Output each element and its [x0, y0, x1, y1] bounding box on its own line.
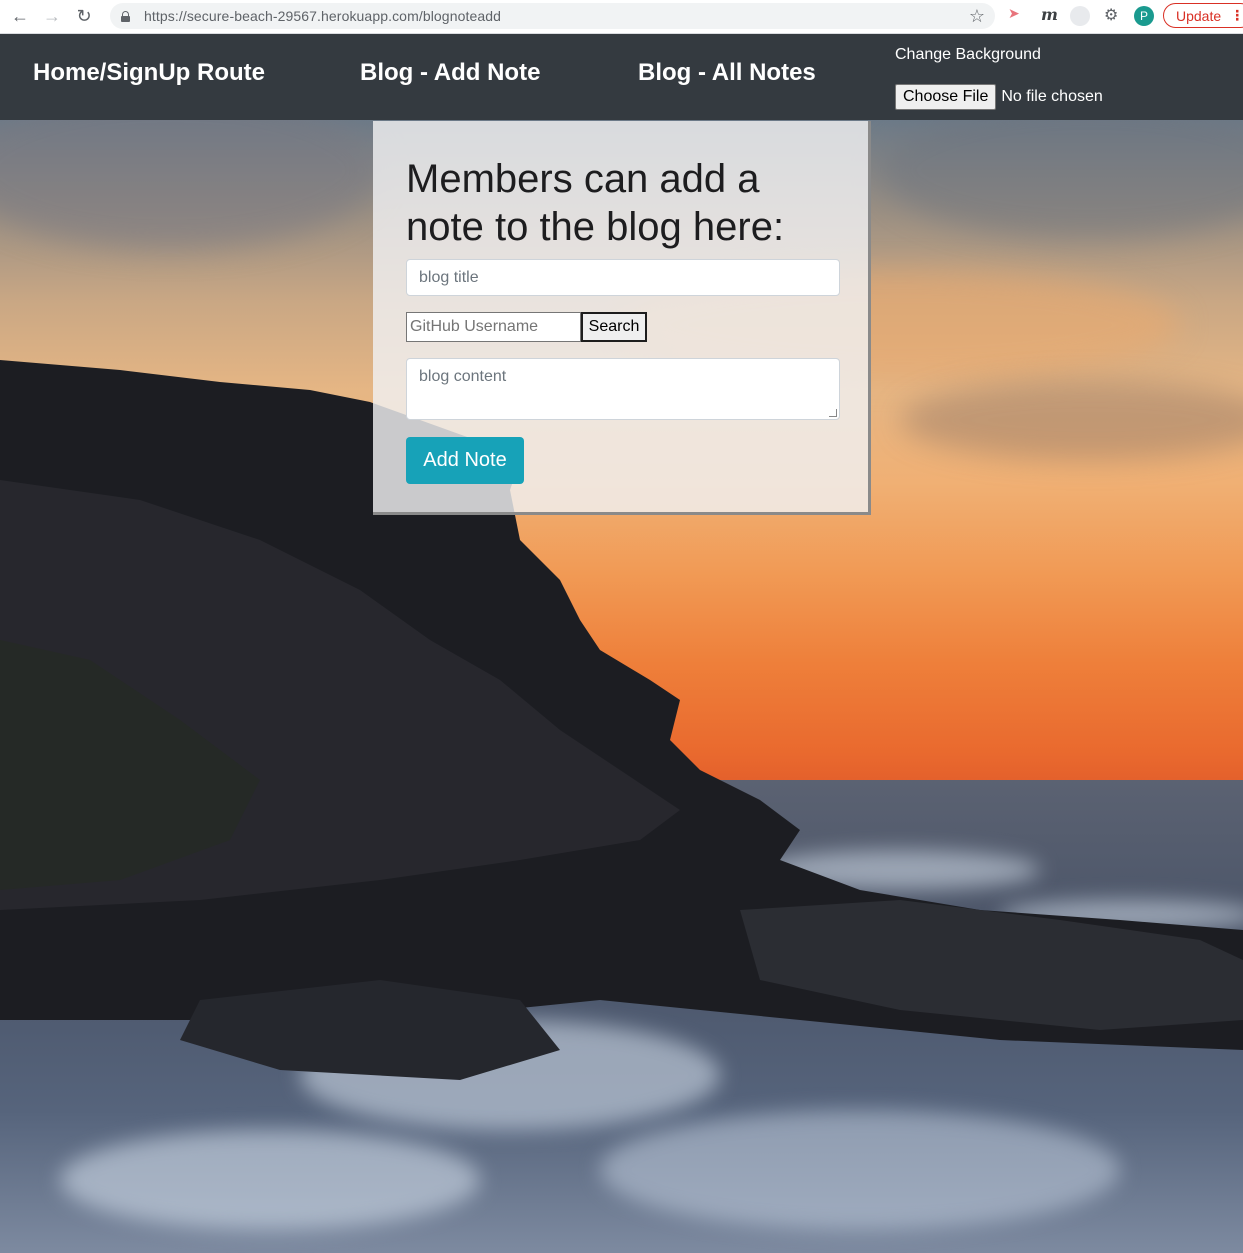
lock-icon[interactable] [121, 10, 130, 22]
url-text[interactable]: https://secure-beach-29567.herokuapp.com… [144, 8, 501, 24]
top-navbar: Home/SignUp Route Blog - Add Note Blog -… [0, 34, 1243, 120]
nav-link-add-note[interactable]: Blog - Add Note [360, 59, 540, 87]
file-status-text: No file chosen [1001, 88, 1103, 105]
change-background-label: Change Background [895, 46, 1041, 63]
add-note-card: Members can add a note to the blog here:… [373, 121, 871, 515]
browser-toolbar: ← → ↻ https://secure-beach-29567.herokua… [0, 0, 1243, 34]
reload-icon[interactable]: ↻ [72, 5, 96, 29]
update-label: Update [1176, 7, 1222, 24]
background-file-input: Choose File No file chosen [895, 84, 1103, 110]
avatar[interactable]: P [1134, 6, 1154, 26]
update-button[interactable]: Update ⋮ [1163, 3, 1243, 28]
extension-icon[interactable]: m [1041, 5, 1058, 24]
github-username-input[interactable]: GitHub Username [406, 312, 581, 342]
add-note-button[interactable]: Add Note [406, 437, 524, 484]
page-title: Members can add a note to the blog here: [406, 157, 785, 249]
menu-dots-icon[interactable]: ⋮ [1230, 7, 1243, 24]
blog-title-input[interactable]: blog title [406, 259, 840, 296]
extension-icon[interactable]: ➤ [1008, 5, 1020, 22]
forward-arrow-icon[interactable]: → [40, 5, 64, 29]
star-icon[interactable]: ☆ [969, 6, 985, 27]
nav-link-home-signup[interactable]: Home/SignUp Route [33, 59, 265, 87]
blog-content-textarea[interactable]: blog content [406, 358, 840, 420]
address-bar[interactable]: https://secure-beach-29567.herokuapp.com… [110, 3, 995, 29]
resize-handle-icon[interactable] [829, 409, 837, 417]
puzzle-icon[interactable]: ⚙ [1104, 5, 1118, 25]
back-arrow-icon[interactable]: ← [8, 5, 32, 29]
blog-content-placeholder: blog content [419, 368, 507, 385]
choose-file-button[interactable]: Choose File [895, 84, 997, 110]
extension-icon[interactable] [1070, 6, 1090, 26]
search-button[interactable]: Search [581, 312, 647, 342]
nav-link-all-notes[interactable]: Blog - All Notes [638, 59, 816, 87]
